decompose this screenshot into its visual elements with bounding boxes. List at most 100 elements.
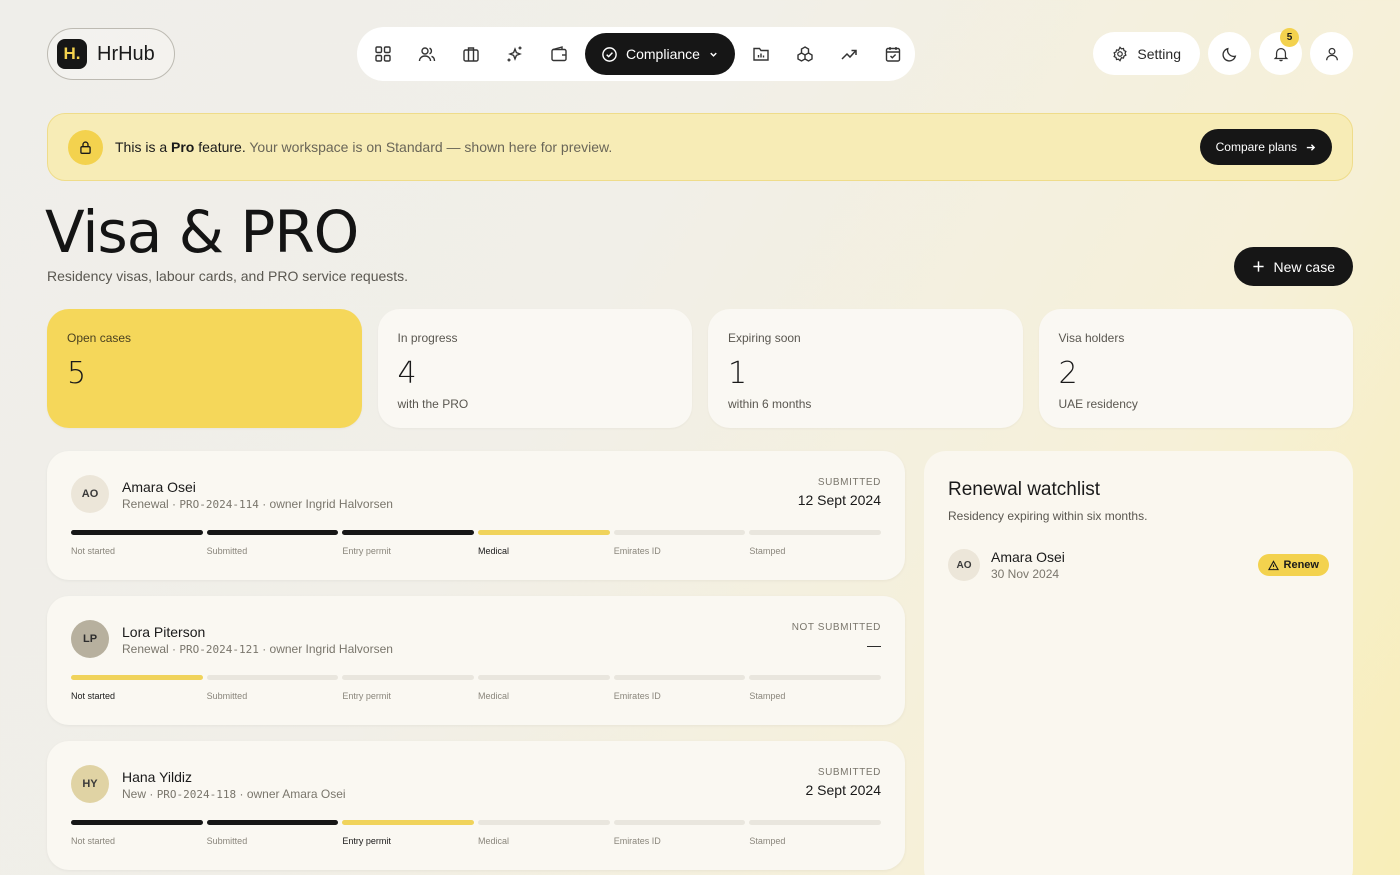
stat-note: within 6 months	[728, 397, 812, 411]
stat-card-visa-holders[interactable]: Visa holders 2 UAE residency	[1038, 309, 1353, 428]
watchlist-item-name: Amara Osei	[991, 549, 1065, 565]
case-type: Renewal	[122, 642, 169, 656]
dashboard-icon[interactable]	[361, 33, 405, 75]
notification-count-badge: 5	[1280, 28, 1299, 47]
case-reference: PRO-2024-118	[156, 788, 237, 801]
progress-step-label: Stamped	[749, 836, 786, 846]
notifications-button[interactable]: 5	[1259, 28, 1302, 75]
progress-step: Entry permit	[342, 530, 475, 556]
progress-step-bar	[71, 820, 203, 825]
avatar: LP	[71, 620, 109, 658]
progress-step: Medical	[478, 675, 610, 701]
page-subtitle: Residency visas, labour cards, and PRO s…	[47, 268, 409, 284]
stat-note: UAE residency	[1058, 397, 1138, 411]
progress-step: Stamped	[749, 675, 882, 701]
progress-step: Stamped	[749, 820, 882, 846]
stat-label: In progress	[397, 331, 458, 345]
stat-card-expiring-soon[interactable]: Expiring soon 1 within 6 months	[708, 309, 1023, 428]
case-card[interactable]: HY Hana Yildiz New · PRO-2024-118 · owne…	[47, 741, 905, 870]
progress-step-label: Emirates ID	[613, 691, 661, 701]
profile-button[interactable]	[1310, 32, 1353, 75]
banner-pro-label: Pro	[171, 139, 195, 155]
progress-step-bar	[206, 675, 339, 680]
compare-plans-label: Compare plans	[1215, 140, 1297, 154]
watchlist-subtitle: Residency expiring within six months.	[948, 509, 1148, 523]
progress-step-bar	[342, 530, 475, 535]
progress-step: Emirates ID	[613, 530, 746, 556]
case-status: NOT SUBMITTED —	[792, 622, 881, 653]
arrow-right-icon	[1306, 143, 1316, 151]
progress-step-label: Medical	[478, 836, 510, 846]
case-list: AO Amara Osei Renewal · PRO-2024-114 · o…	[47, 451, 905, 875]
renewal-watchlist-panel: Renewal watchlist Residency expiring wit…	[924, 451, 1353, 875]
progress-step-bar	[478, 820, 610, 825]
sparkles-icon[interactable]	[493, 33, 537, 75]
case-employee-name: Amara Osei	[122, 479, 196, 495]
stat-value: 5	[67, 356, 87, 391]
case-owner: owner Ingrid Halvorsen	[269, 497, 393, 511]
wallet-icon[interactable]	[537, 33, 581, 75]
warning-icon	[1267, 559, 1279, 570]
stat-label: Expiring soon	[728, 331, 801, 345]
avatar: AO	[948, 549, 980, 581]
status-date: 12 Sept 2024	[797, 492, 881, 508]
new-case-button[interactable]: New case	[1233, 247, 1353, 286]
pro-feature-banner: This is a Pro feature. Your workspace is…	[47, 113, 1353, 181]
progress-step-label: Entry permit	[342, 836, 391, 846]
progress-step-bar	[749, 820, 882, 825]
renew-button[interactable]: Renew	[1257, 554, 1329, 576]
banner-note: Your workspace is on Standard — shown he…	[249, 139, 613, 155]
stat-label: Open cases	[67, 331, 132, 345]
progress-step: Medical	[478, 530, 610, 556]
compare-plans-button[interactable]: Compare plans	[1199, 129, 1332, 165]
case-meta: Renewal · PRO-2024-121 · owner Ingrid Ha…	[122, 642, 393, 656]
status-date: 2 Sept 2024	[805, 782, 881, 798]
avatar: AO	[71, 475, 109, 513]
case-meta: Renewal · PRO-2024-114 · owner Ingrid Ha…	[122, 497, 393, 511]
stat-value: 2	[1058, 356, 1078, 391]
user-icon	[1325, 47, 1338, 60]
case-status: SUBMITTED 12 Sept 2024	[798, 477, 881, 508]
trend-icon[interactable]	[827, 33, 871, 75]
progress-step: Medical	[478, 820, 610, 846]
case-reference: PRO-2024-114	[179, 498, 259, 511]
progress-step-bar	[71, 530, 203, 535]
progress-step-label: Submitted	[206, 546, 248, 556]
stat-card-open-cases[interactable]: Open cases 5	[47, 309, 362, 428]
logo-mark: H.	[57, 39, 87, 69]
stat-card-in-progress[interactable]: In progress 4 with the PRO	[377, 309, 692, 428]
progress-step-bar	[478, 675, 610, 680]
progress-step-label: Medical	[478, 691, 510, 701]
people-icon[interactable]	[405, 33, 449, 75]
moon-icon	[1221, 47, 1236, 62]
setting-button[interactable]: Setting	[1093, 32, 1200, 75]
modules-icon[interactable]	[783, 33, 827, 75]
theme-toggle-button[interactable]	[1208, 32, 1251, 75]
right-toolbar: Setting 5	[1093, 28, 1353, 75]
progress-step: Submitted	[206, 530, 339, 556]
progress-step-bar	[206, 820, 339, 825]
progress-steps: Not started Submitted Entry permit Medical E…	[71, 820, 882, 846]
app-logo[interactable]: H. HrHub	[47, 28, 175, 80]
progress-step: Entry permit	[342, 820, 475, 846]
bell-icon	[1273, 47, 1288, 61]
case-card[interactable]: AO Amara Osei Renewal · PRO-2024-114 · o…	[47, 451, 905, 580]
case-card[interactable]: LP Lora Piterson Renewal · PRO-2024-121 …	[47, 596, 905, 725]
progress-step-label: Stamped	[749, 691, 786, 701]
calendar-icon[interactable]	[871, 33, 915, 75]
plus-icon	[1252, 261, 1264, 272]
progress-step-bar	[749, 675, 882, 680]
folder-chart-icon[interactable]	[739, 33, 783, 75]
briefcase-icon[interactable]	[449, 33, 493, 75]
stat-label: Visa holders	[1058, 331, 1125, 345]
case-employee-name: Lora Piterson	[122, 624, 206, 640]
progress-steps: Not started Submitted Entry permit Medical E…	[71, 675, 882, 701]
progress-step-label: Not started	[71, 691, 116, 701]
gear-icon	[1113, 45, 1128, 62]
watchlist-item-date: 30 Nov 2024	[991, 567, 1060, 581]
progress-step-label: Stamped	[749, 546, 786, 556]
progress-step: Not started	[71, 820, 203, 846]
nav-compliance-dropdown[interactable]: Compliance	[585, 33, 735, 75]
progress-step: Not started	[71, 675, 203, 701]
progress-step-bar	[206, 530, 339, 535]
